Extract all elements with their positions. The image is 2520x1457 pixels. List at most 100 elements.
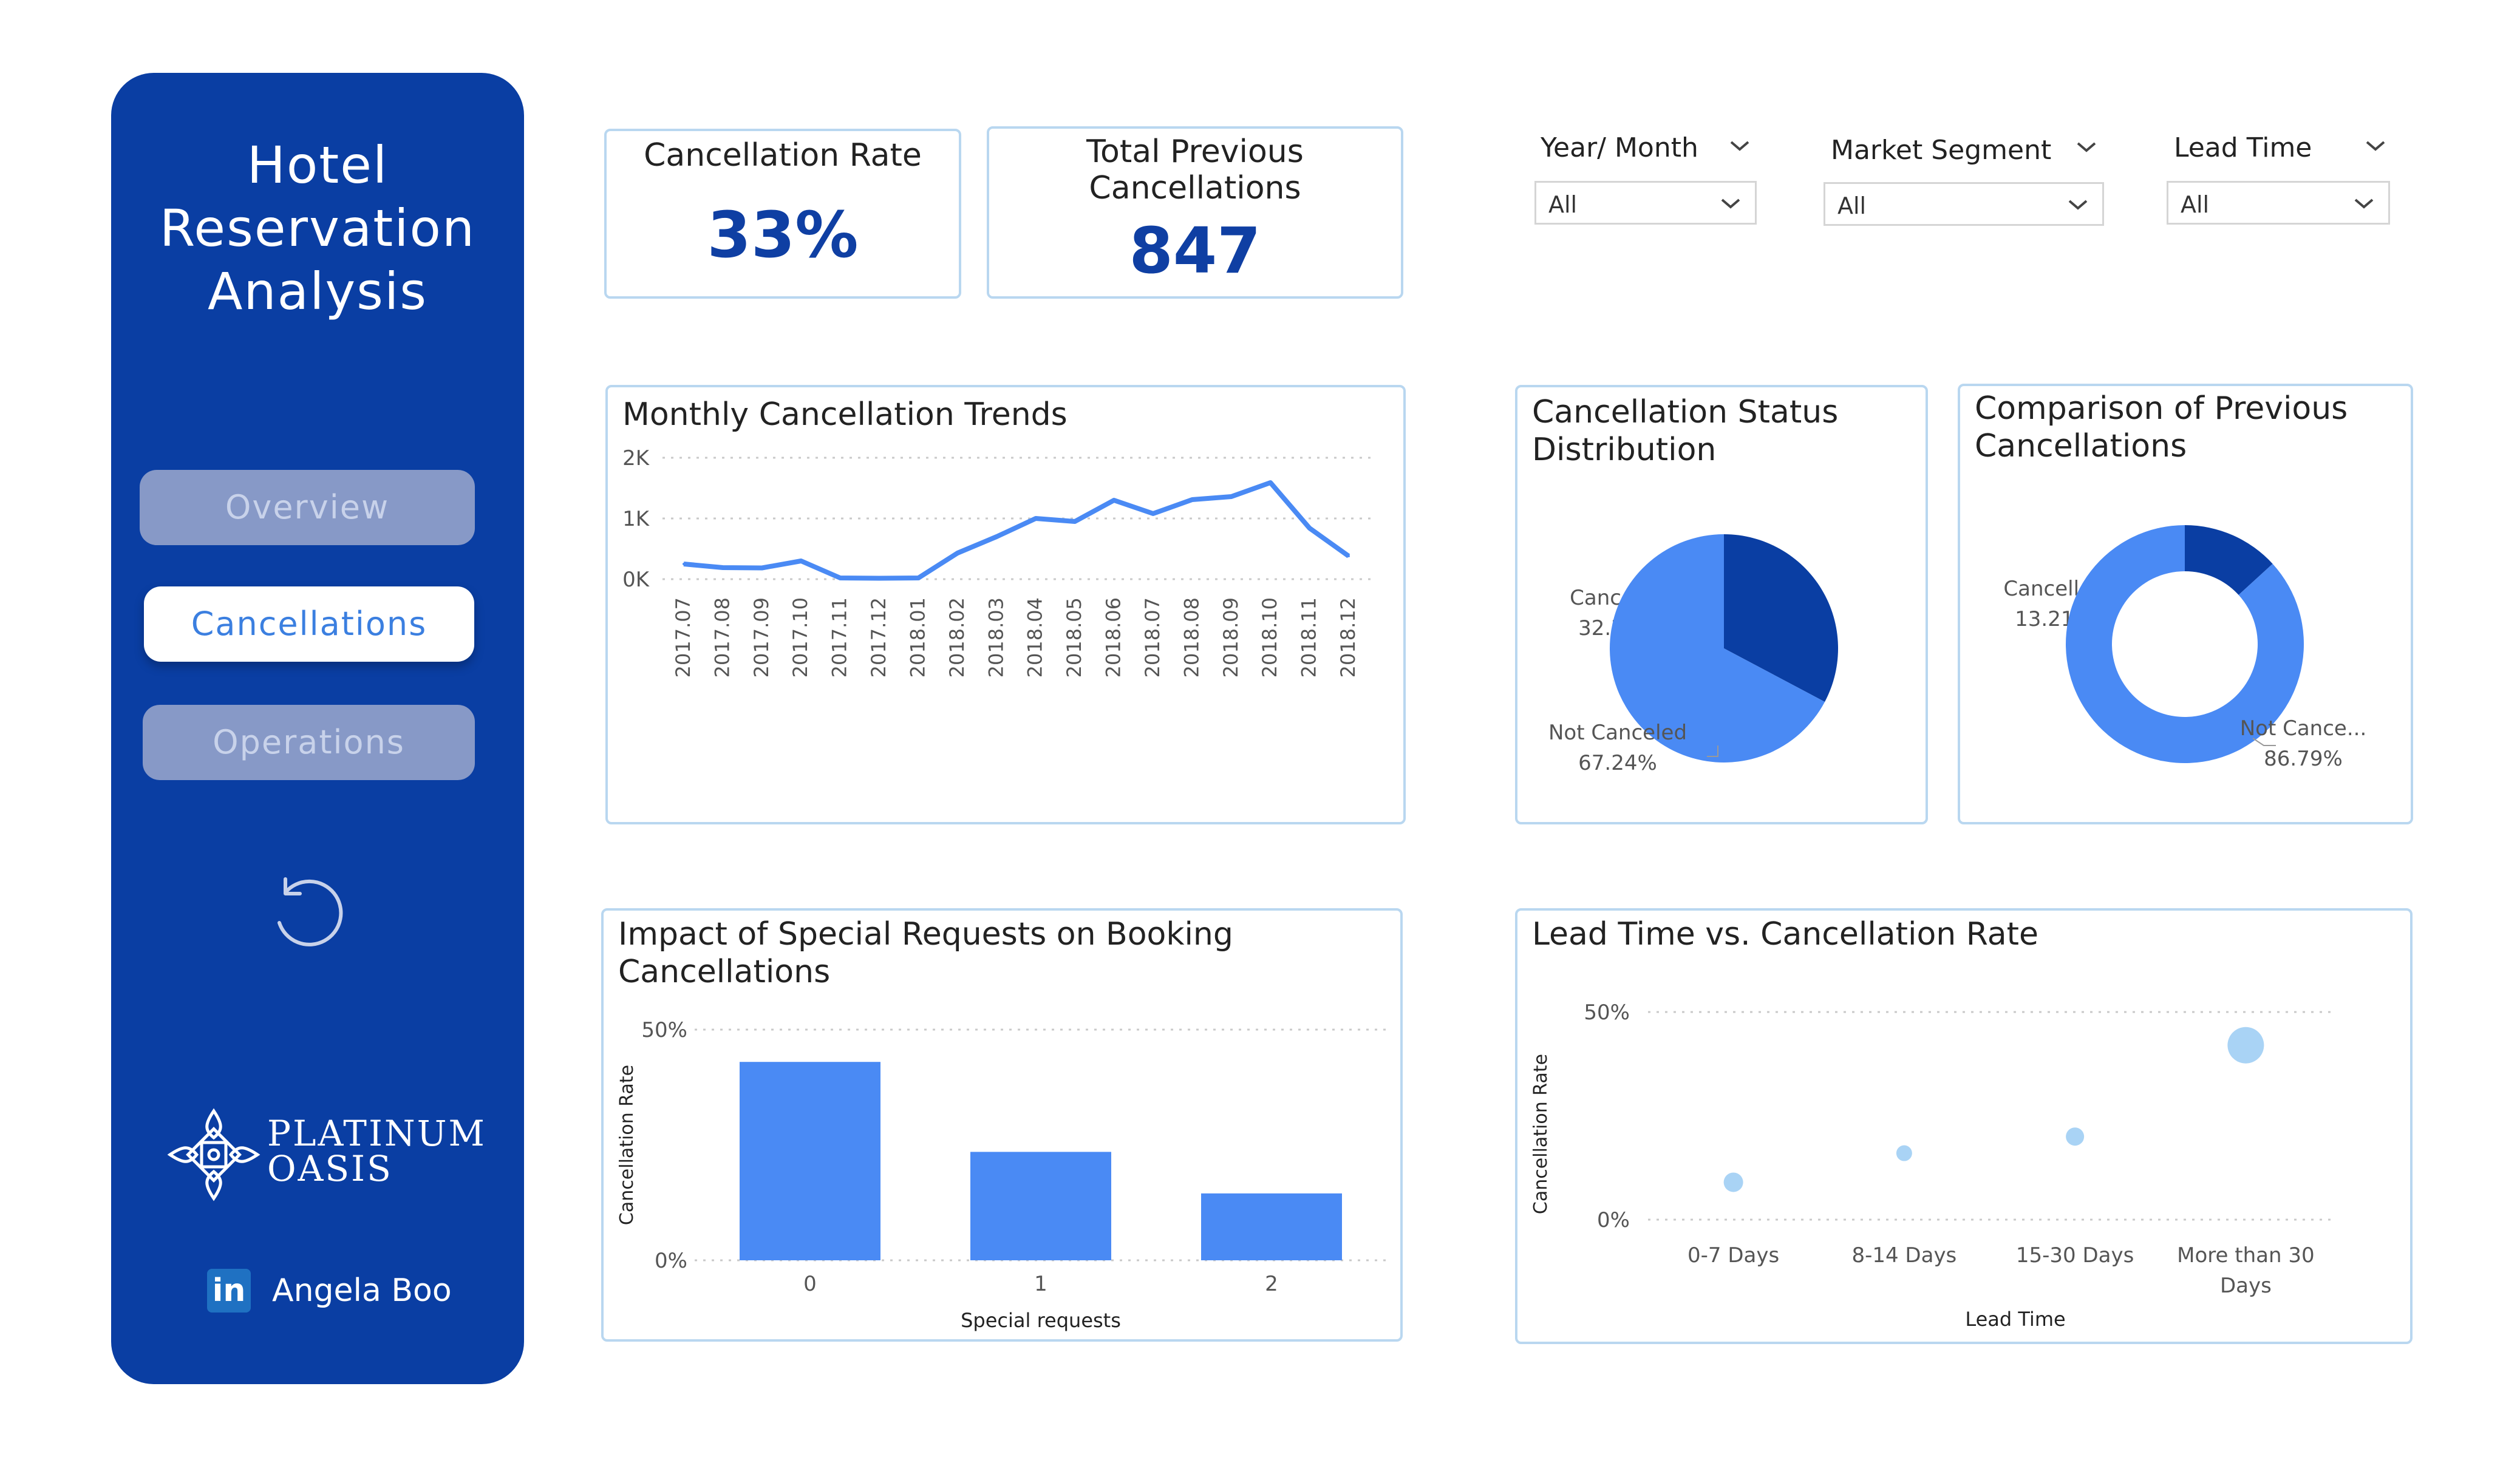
- chart-title-line: Cancellations: [1975, 428, 2187, 464]
- nav-cancellations-button[interactable]: Cancellations: [144, 586, 474, 662]
- data-point: [800, 560, 803, 562]
- logo-text: PLATINUM OASIS: [267, 1113, 486, 1189]
- y-tick-label: 1K: [622, 507, 650, 531]
- filter-lead-time-dropdown[interactable]: All: [2167, 181, 2390, 225]
- series-line: [683, 480, 1350, 581]
- x-tick-label: 2: [1265, 1272, 1278, 1296]
- filter-year-month-dropdown[interactable]: All: [1534, 181, 1757, 225]
- data-point: [1112, 499, 1115, 501]
- app-title-line: Hotel: [247, 135, 389, 195]
- lead-time-card: Lead Time vs. Cancellation Rate 50% 0% 0-7…: [1515, 908, 2413, 1344]
- status-pie-chart: Canceled32.76%Not Canceled67.24%: [1548, 534, 1838, 775]
- x-tick-label: 15-30 Days: [2016, 1243, 2134, 1268]
- x-tick-label: 2018.02: [945, 597, 969, 678]
- nav-overview-button[interactable]: Overview: [140, 470, 475, 545]
- author-name[interactable]: Angela Boo: [272, 1269, 452, 1313]
- chart-title: Comparison of Previous Cancellations: [1975, 390, 2348, 465]
- y-tick-label: 50%: [641, 1018, 687, 1042]
- nav-operations-button[interactable]: Operations: [143, 705, 475, 780]
- previous-donut-card: Comparison of Previous Cancellations Can…: [1958, 384, 2413, 824]
- filter-year-month-title: Year/ Month: [1541, 132, 1698, 163]
- filter-market-segment-title: Market Segment: [1831, 135, 2052, 166]
- x-tick-label: 1: [1034, 1272, 1047, 1296]
- chevron-down-icon[interactable]: [1728, 134, 1752, 158]
- data-point: [1723, 1172, 1743, 1192]
- data-point: [1896, 1145, 1912, 1161]
- chevron-down-icon: [1721, 199, 1740, 209]
- x-tick-label: 2018.08: [1180, 597, 1203, 678]
- kpi-label: Cancellations: [1089, 170, 1301, 206]
- kpi-label: Cancellation Rate: [644, 137, 922, 174]
- bar: [970, 1152, 1111, 1260]
- data-point: [1230, 495, 1233, 498]
- x-axis-label: Special requests: [961, 1309, 1121, 1332]
- app-title-line: Analysis: [207, 262, 428, 321]
- bar: [1201, 1193, 1342, 1260]
- special-requests-card: Impact of Special Requests on Booking Ca…: [601, 908, 1403, 1342]
- y-axis-label: Cancellation Rate: [1530, 1054, 1551, 1214]
- linkedin-icon[interactable]: in: [207, 1269, 251, 1313]
- y-axis-label: Cancellation Rate: [616, 1065, 638, 1225]
- x-tick-label: Days: [2220, 1274, 2272, 1298]
- data-point: [917, 577, 920, 579]
- slice-value: 86.79%: [2264, 747, 2343, 771]
- kpi-value: 33%: [707, 198, 859, 272]
- x-tick-label: 2018.10: [1258, 597, 1281, 678]
- data-point: [2066, 1127, 2085, 1146]
- x-tick-label: 0-7 Days: [1687, 1243, 1779, 1268]
- x-tick-label: 2017.08: [710, 597, 734, 678]
- filter-value: All: [1548, 191, 1578, 218]
- kpi-label: Total Previous: [1086, 134, 1304, 170]
- chart-title-line: Comparison of Previous: [1975, 390, 2348, 427]
- filter-value: All: [2181, 191, 2210, 218]
- data-point: [1347, 555, 1350, 557]
- kpi-cancellation-rate-card: Cancellation Rate 33%: [604, 129, 961, 299]
- chart-title-line: Distribution: [1532, 432, 1717, 468]
- chevron-down-icon[interactable]: [2363, 134, 2388, 158]
- chart-title: Lead Time vs. Cancellation Rate: [1532, 916, 2039, 953]
- kpi-previous-cancellations-card: Total Previous Cancellations 847: [987, 126, 1403, 299]
- filter-market-segment-dropdown[interactable]: All: [1824, 182, 2104, 226]
- chart-title: Monthly Cancellation Trends: [622, 396, 1068, 433]
- data-point: [1074, 520, 1077, 523]
- slice-label: Not Cance...: [2240, 716, 2367, 741]
- x-tick-label: 2018.11: [1298, 597, 1321, 678]
- slice-value: 67.24%: [1578, 751, 1657, 775]
- data-point: [1034, 517, 1037, 520]
- x-tick-label: 2018.12: [1337, 597, 1360, 678]
- monthly-trend-card: Monthly Cancellation Trends 2K 1K 0K 2017.0…: [605, 385, 1406, 824]
- app-title-line: Reservation: [159, 199, 476, 258]
- x-tick-label: 2018.04: [1024, 597, 1047, 678]
- chevron-down-icon[interactable]: [2074, 135, 2099, 159]
- filter-lead-time-title: Lead Time: [2174, 132, 2312, 163]
- logo-text-line: OASIS: [267, 1148, 393, 1189]
- x-tick-label: 2018.05: [1063, 597, 1086, 678]
- x-tick-label: 2018.03: [984, 597, 1007, 678]
- filter-value: All: [1837, 192, 1867, 219]
- x-tick-label: 8-14 Days: [1851, 1243, 1956, 1268]
- x-tick-label: 2018.06: [1102, 597, 1125, 678]
- data-point: [995, 535, 998, 538]
- logo-mark-icon: [167, 1108, 261, 1201]
- data-point: [760, 566, 763, 569]
- y-tick-label: 0%: [655, 1249, 687, 1273]
- data-point: [956, 552, 959, 554]
- reset-icon[interactable]: [267, 874, 346, 953]
- previous-donut-chart: Cancelled13.21%Not Cance...86.79%: [2003, 525, 2367, 771]
- logo-text-line: PLATINUM: [267, 1113, 486, 1154]
- chart-title-line: Cancellation Status: [1532, 394, 1839, 430]
- y-tick-label: 2K: [622, 446, 650, 470]
- data-point: [721, 566, 724, 569]
- data-point: [839, 577, 842, 579]
- chevron-down-icon: [2068, 200, 2088, 210]
- x-tick-label: 2017.10: [789, 597, 812, 678]
- x-axis-label: Lead Time: [1965, 1308, 2065, 1331]
- kpi-value: 847: [1129, 214, 1261, 288]
- x-tick-label: 2017.09: [750, 597, 773, 678]
- data-point: [2227, 1027, 2264, 1064]
- x-tick-label: 2018.07: [1141, 597, 1164, 678]
- y-tick-label: 0%: [1597, 1208, 1630, 1232]
- x-tick-label: 2017.12: [867, 597, 890, 678]
- app-title: Hotel Reservation Analysis: [111, 134, 524, 323]
- x-tick-label: More than 30: [2177, 1243, 2314, 1268]
